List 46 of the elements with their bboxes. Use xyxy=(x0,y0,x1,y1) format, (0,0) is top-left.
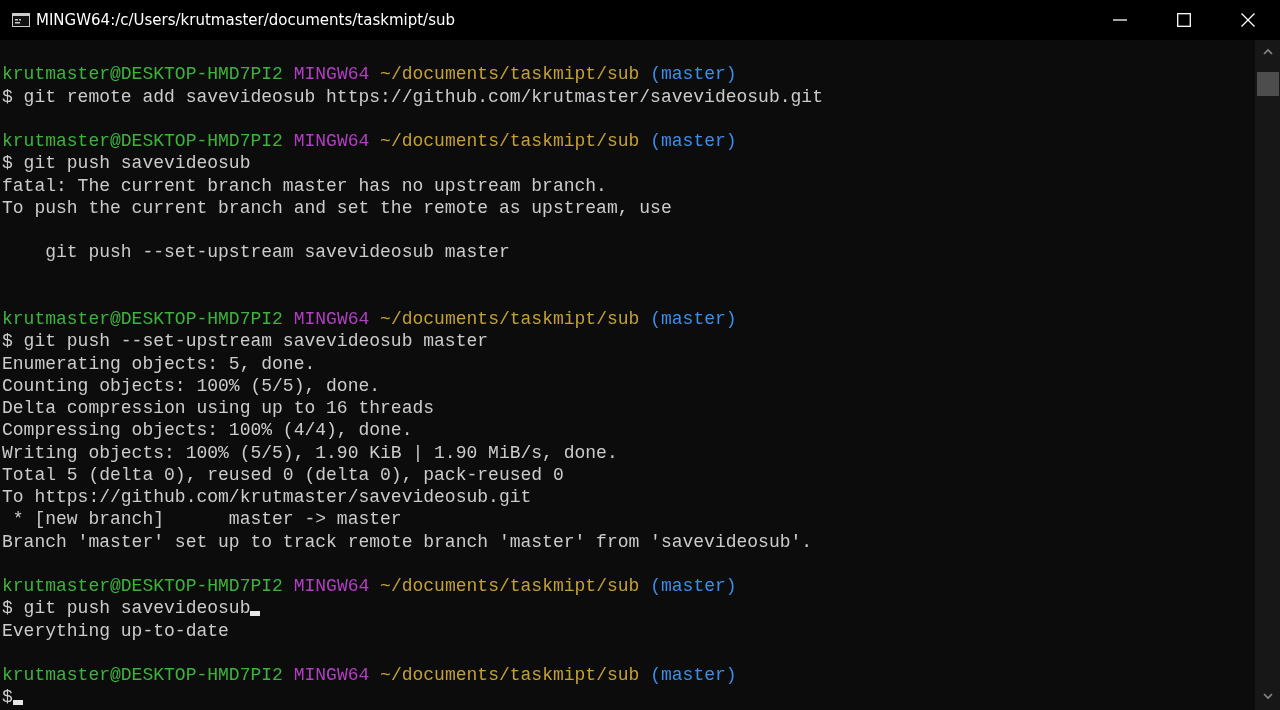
prompt-path: ~/documents/taskmipt/sub xyxy=(380,64,640,85)
prompt-branch: (master) xyxy=(650,64,737,85)
prompt-path: ~/documents/taskmipt/sub xyxy=(380,131,640,151)
scroll-down-icon[interactable] xyxy=(1262,693,1273,700)
prompt-path: ~/documents/taskmipt/sub xyxy=(380,309,640,329)
prompt-path: ~/documents/taskmipt/sub xyxy=(380,665,640,685)
prompt-shell: MINGW64 xyxy=(293,309,370,329)
prompt-shell: MINGW64 xyxy=(293,576,370,596)
window-title: MINGW64:/c/Users/krutmaster/documents/taskmipt/sub xyxy=(36,11,455,29)
scroll-up-icon[interactable] xyxy=(1262,48,1273,55)
command-text: $ git remote add savevideosub https://github.com/krutmaster/savevideosub.git xyxy=(2,86,823,107)
output-text: fatal: The current branch master has no upstream branch. xyxy=(2,175,607,196)
scrollbar-thumb[interactable] xyxy=(1256,72,1279,96)
output-text: Total 5 (delta 0), reused 0 (delta 0), pack-reused 0 xyxy=(2,464,564,485)
close-icon xyxy=(1241,13,1255,27)
prompt-shell: MINGW64 xyxy=(293,131,370,151)
output-text: git push --set-upstream savevideosub master xyxy=(44,242,510,263)
maximize-icon xyxy=(1177,13,1191,27)
prompt-shell: MINGW64 xyxy=(293,64,370,85)
prompt-branch: (master) xyxy=(650,665,737,685)
output-text: To https://github.com/krutmaster/savevideosub.git xyxy=(2,487,532,507)
prompt-user-host: krutmaster@DESKTOP-HMD7PI2 xyxy=(2,665,283,685)
output-text: Compressing objects: 100% (4/4), done. xyxy=(2,420,413,441)
output-text: Delta compression using up to 16 threads xyxy=(2,398,435,418)
prompt-user-host: krutmaster@DESKTOP-HMD7PI2 xyxy=(2,576,283,596)
prompt-path: ~/documents/taskmipt/sub xyxy=(380,576,640,596)
output-text: Branch 'master' set up to track remote branch 'master' from 'savevideosub'. xyxy=(2,531,813,552)
scrollbar[interactable] xyxy=(1255,40,1280,710)
command-text: $ git push savevideosub xyxy=(2,598,251,619)
prompt-user-host: krutmaster@DESKTOP-HMD7PI2 xyxy=(2,64,283,85)
prompt-user-host: krutmaster@DESKTOP-HMD7PI2 xyxy=(2,309,283,329)
output-text: Writing objects: 100% (5/5), 1.90 KiB | 1.90 MiB/s, done. xyxy=(2,442,618,463)
command-text: $ git push --set-upstream savevideosub master xyxy=(2,331,489,352)
prompt-branch: (master) xyxy=(650,576,737,596)
output-text: Counting objects: 100% (5/5), done. xyxy=(2,375,381,396)
output-text: Everything up-to-date xyxy=(2,620,229,641)
command-text: $ xyxy=(2,687,13,708)
output-text: To push the current branch and set the remote as upstream, use xyxy=(2,197,672,218)
prompt-branch: (master) xyxy=(650,131,737,151)
prompt-user-host: krutmaster@DESKTOP-HMD7PI2 xyxy=(2,131,283,151)
prompt-branch: (master) xyxy=(650,309,737,329)
output-text: Enumerating objects: 5, done. xyxy=(2,353,316,374)
prompt-shell: MINGW64 xyxy=(293,665,370,685)
command-text: $ git push savevideosub xyxy=(2,153,251,174)
console-icon xyxy=(12,13,30,27)
output-text: * [new branch] master -> master xyxy=(11,509,402,530)
